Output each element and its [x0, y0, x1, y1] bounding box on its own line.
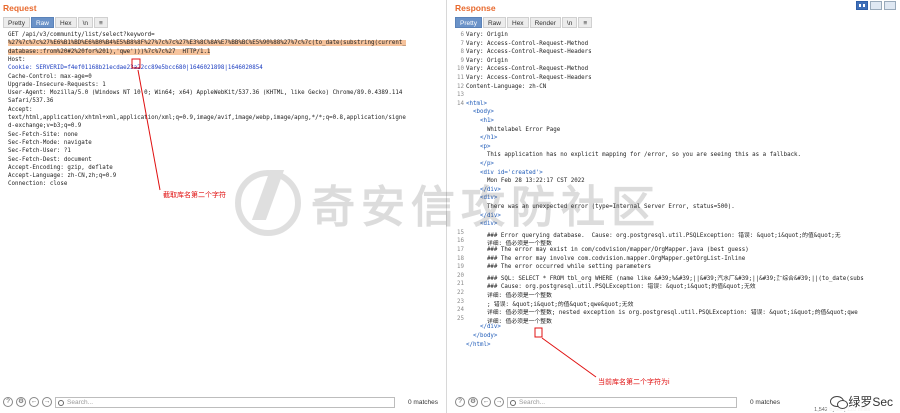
forward-icon[interactable]: → [42, 397, 52, 407]
response-matches: 0 matches [750, 398, 780, 406]
response-arrow [534, 327, 597, 378]
settings-icon[interactable]: ⚙ [16, 397, 26, 407]
wechat-badge: 绿罗Sec [827, 392, 896, 411]
wechat-label: 绿罗Sec [848, 395, 893, 409]
search-placeholder: Search... [67, 398, 94, 406]
request-pane: Request Pretty Raw Hex \n ≡ GET /api/v3/… [0, 0, 447, 413]
request-search-bar: ? ⚙ ← → Search... 0 matches [0, 395, 446, 409]
response-pane: Response Pretty Raw Hex Render \n ≡ 6 Var… [452, 0, 900, 413]
request-arrow [131, 58, 161, 191]
forward-icon[interactable]: → [494, 397, 504, 407]
help-icon[interactable]: ? [455, 397, 465, 407]
help-icon[interactable]: ? [3, 397, 13, 407]
wechat-icon [830, 396, 849, 409]
request-search-input[interactable]: Search... [55, 396, 395, 408]
response-search-input[interactable]: Search... [507, 396, 737, 408]
search-icon [510, 399, 516, 406]
search-placeholder: Search... [519, 398, 546, 406]
settings-icon[interactable]: ⚙ [468, 397, 478, 407]
search-icon [58, 399, 64, 406]
back-icon[interactable]: ← [481, 397, 491, 407]
back-icon[interactable]: ← [29, 397, 39, 407]
request-matches: 0 matches [408, 398, 438, 406]
